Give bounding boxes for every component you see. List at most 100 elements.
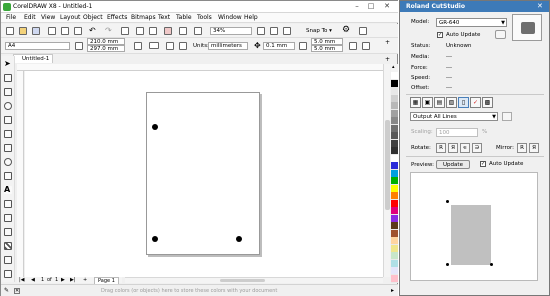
registration-mark-bottom-left[interactable] xyxy=(152,236,158,242)
menu-bitmaps[interactable]: Bitmaps xyxy=(131,14,156,21)
rotate-180-button[interactable]: ∊ xyxy=(460,143,470,153)
minimize-icon[interactable]: – xyxy=(351,2,363,11)
page-height-field[interactable]: 297.0 mm xyxy=(87,45,125,52)
show-guidelines-icon[interactable] xyxy=(283,27,291,35)
text-tool-icon[interactable]: A xyxy=(4,186,12,194)
menu-window[interactable]: Window xyxy=(218,14,242,21)
edit-across-layers-icon[interactable] xyxy=(362,42,370,50)
mirror-off-button[interactable]: R xyxy=(517,143,527,153)
eyedropper-tool-icon[interactable] xyxy=(4,256,12,264)
paste-icon[interactable] xyxy=(74,27,82,35)
parallel-dimension-tool-icon[interactable] xyxy=(4,200,12,208)
output-select[interactable]: Output All Lines ▼ xyxy=(410,112,498,121)
output-by-layer-icon[interactable]: ▧ xyxy=(446,97,457,108)
current-page-icon[interactable] xyxy=(179,42,187,50)
scaling-field[interactable]: 100 xyxy=(436,128,478,137)
all-pages-icon[interactable] xyxy=(166,42,174,50)
menu-view[interactable]: View xyxy=(41,14,55,21)
open-folder-icon[interactable] xyxy=(19,27,27,35)
document-page[interactable] xyxy=(146,92,260,255)
close-panel-icon[interactable]: ✕ xyxy=(537,2,543,10)
zoom-level-field[interactable]: 34% xyxy=(210,27,252,35)
horizontal-ruler[interactable] xyxy=(17,64,383,71)
vertical-ruler[interactable] xyxy=(17,71,24,277)
next-page-icon[interactable]: ▶ xyxy=(61,277,65,283)
output-lines-icon[interactable]: ▯ xyxy=(458,97,469,108)
output-selected-icon[interactable]: ▣ xyxy=(422,97,433,108)
add-page-icon[interactable]: + xyxy=(385,56,390,63)
rotate-270-button[interactable]: ∋ xyxy=(472,143,482,153)
color-swatch[interactable] xyxy=(391,274,398,283)
grid-view-icon[interactable]: ▩ xyxy=(482,97,493,108)
nudge-distance-field[interactable]: 0.1 mm xyxy=(263,42,295,50)
last-page-icon[interactable]: ▶| xyxy=(70,277,76,283)
search-content-icon[interactable] xyxy=(121,27,129,35)
artistic-media-tool-icon[interactable] xyxy=(4,130,12,138)
registration-mark-bottom-right[interactable] xyxy=(236,236,242,242)
new-document-icon[interactable] xyxy=(6,27,14,35)
palette-scroll-up-icon[interactable]: ▴ xyxy=(392,64,395,70)
preview-auto-update-checkbox[interactable]: ✓ xyxy=(480,161,486,167)
publish-pdf-icon[interactable] xyxy=(164,27,172,35)
menu-object[interactable]: Object xyxy=(83,14,103,21)
show-rulers-icon[interactable] xyxy=(257,27,265,35)
mirror-on-button[interactable]: Я xyxy=(529,143,539,153)
units-select[interactable]: millimeters xyxy=(208,42,248,50)
treat-as-filled-icon[interactable] xyxy=(349,42,357,50)
zoom-tool-icon[interactable] xyxy=(4,102,12,110)
duplicate-y-field[interactable]: 5.0 mm xyxy=(311,45,343,52)
show-grid-icon[interactable] xyxy=(270,27,278,35)
rotate-0-button[interactable]: R xyxy=(436,143,446,153)
ellipse-tool-icon[interactable] xyxy=(4,158,12,166)
palette-flyout-icon[interactable]: ▸ xyxy=(391,287,394,294)
portrait-orientation-icon[interactable] xyxy=(134,42,142,50)
menu-file[interactable]: File xyxy=(6,14,16,21)
cut-preview[interactable] xyxy=(410,172,538,281)
document-tab[interactable]: Untitled-1 xyxy=(13,54,53,63)
model-select[interactable]: GR-640 ▼ xyxy=(436,18,507,27)
output-by-color-icon[interactable]: ▤ xyxy=(434,97,445,108)
horizontal-scrollbar-thumb[interactable] xyxy=(220,279,265,282)
undo-icon[interactable]: ↶ xyxy=(89,26,96,35)
first-page-icon[interactable]: |◀ xyxy=(19,277,25,283)
page-width-field[interactable]: 210.0 mm xyxy=(87,38,125,45)
menu-tools[interactable]: Tools xyxy=(197,14,212,21)
menu-layout[interactable]: Layout xyxy=(60,14,80,21)
options-gear-icon[interactable]: ⚙ xyxy=(342,26,350,35)
output-settings-button[interactable] xyxy=(502,112,512,121)
drop-shadow-tool-icon[interactable] xyxy=(4,228,12,236)
save-icon[interactable] xyxy=(32,27,40,35)
add-page-after-icon[interactable]: + xyxy=(83,277,87,283)
menu-edit[interactable]: Edit xyxy=(24,14,36,21)
menu-help[interactable]: Help xyxy=(244,14,258,21)
close-icon[interactable]: ✕ xyxy=(381,2,393,11)
registration-marks-icon[interactable]: ✓ xyxy=(470,97,481,108)
paper-size-select[interactable]: A4 xyxy=(5,42,70,50)
cut-icon[interactable] xyxy=(48,27,56,35)
rectangle-tool-icon[interactable] xyxy=(4,144,12,152)
shape-tool-icon[interactable] xyxy=(4,74,12,82)
document-palette-icon[interactable]: ✎ xyxy=(4,287,9,294)
rotate-90-button[interactable]: Я xyxy=(448,143,458,153)
app-launcher-icon[interactable] xyxy=(179,27,187,35)
freehand-tool-icon[interactable] xyxy=(4,116,12,124)
import-icon[interactable] xyxy=(136,27,144,35)
registration-mark-top-left[interactable] xyxy=(152,124,158,130)
update-button[interactable]: Update xyxy=(436,160,470,169)
export-icon[interactable] xyxy=(149,27,157,35)
crop-tool-icon[interactable] xyxy=(4,88,12,96)
no-color-swatch[interactable]: ✕ xyxy=(14,288,20,294)
model-auto-update-checkbox[interactable]: ✓ xyxy=(437,32,443,38)
menu-effects[interactable]: Effects xyxy=(107,14,127,21)
add-toolbar-icon[interactable]: + xyxy=(385,39,390,46)
menu-table[interactable]: Table xyxy=(176,14,192,21)
polygon-tool-icon[interactable] xyxy=(4,172,12,180)
duplicate-x-field[interactable]: 5.0 mm xyxy=(311,38,343,45)
redo-icon[interactable]: ↷ xyxy=(105,26,112,35)
pick-tool-icon[interactable]: ➤ xyxy=(4,60,12,68)
vertical-scrollbar[interactable] xyxy=(383,64,390,277)
transparency-tool-icon[interactable] xyxy=(4,242,12,250)
connector-tool-icon[interactable] xyxy=(4,214,12,222)
maximize-icon[interactable]: □ xyxy=(365,2,377,11)
interactive-fill-tool-icon[interactable] xyxy=(4,270,12,278)
